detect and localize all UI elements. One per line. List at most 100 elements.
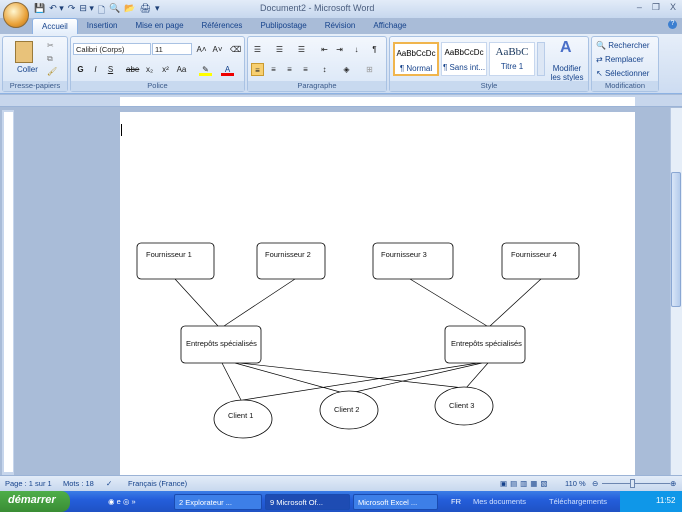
clear-format-icon[interactable]: ⌫	[229, 43, 242, 56]
group-label: Presse-papiers	[3, 81, 67, 91]
replace-button[interactable]: ⇄ Remplacer	[596, 55, 644, 64]
print-icon[interactable]: 🖨	[140, 3, 151, 19]
show-marks-icon[interactable]: ¶	[368, 43, 381, 56]
superscript-button[interactable]: x²	[159, 63, 172, 76]
style-name: ¶ Sans int...	[442, 63, 486, 72]
increase-indent-icon[interactable]: ⇥	[333, 43, 346, 56]
group-editing: 🔍 Rechercher ⇄ Remplacer ↖ Sélectionner …	[591, 36, 659, 92]
copy-icon[interactable]: ⧉	[47, 54, 53, 64]
subscript-button[interactable]: x₂	[143, 63, 156, 76]
font-size-select[interactable]: 11	[152, 43, 192, 55]
help-icon[interactable]: ?	[668, 20, 677, 29]
clock: 11:52	[656, 496, 676, 505]
sort-icon[interactable]: ↓	[350, 43, 363, 56]
tab-publipostage[interactable]: Publipostage	[251, 18, 315, 34]
toolbar-documents[interactable]: Mes documents	[473, 497, 526, 506]
font-name-select[interactable]: Calibri (Corps)	[73, 43, 151, 55]
select-label: Sélectionner	[604, 69, 650, 78]
group-label: Style	[390, 81, 588, 91]
tab-insertion[interactable]: Insertion	[78, 18, 127, 34]
save-icon[interactable]: 💾	[34, 3, 45, 19]
bold-button[interactable]: G	[74, 63, 87, 76]
align-center-icon[interactable]: ≡	[267, 63, 280, 76]
style-preview: AaBbCcDc	[444, 48, 484, 57]
line-spacing-icon[interactable]: ↕	[318, 63, 331, 76]
group-font: Calibri (Corps) 11 A˄ A˅ ⌫ G I S abe x₂ …	[70, 36, 245, 92]
toolbar-downloads[interactable]: Téléchargements	[549, 497, 607, 506]
bullets-icon[interactable]: ☰	[251, 43, 264, 56]
multilevel-list-icon[interactable]: ☰	[295, 43, 308, 56]
format-painter-icon[interactable]: 🖌	[47, 67, 57, 76]
tab-accueil[interactable]: Accueil	[32, 18, 78, 34]
justify-icon[interactable]: ≡	[299, 63, 312, 76]
table-icon[interactable]: ⊟ ▾	[79, 3, 94, 19]
language[interactable]: Français (France)	[128, 479, 187, 488]
window-title: Document2 - Microsoft Word	[260, 3, 375, 13]
borders-icon[interactable]: ⊞	[363, 63, 376, 76]
open-icon[interactable]: 📂	[124, 3, 135, 19]
word-count[interactable]: Mots : 18	[63, 479, 94, 488]
system-tray: 11:52	[620, 491, 682, 512]
style-heading-1[interactable]: AaBbC Titre 1	[489, 42, 535, 76]
zoom-slider[interactable]	[602, 483, 670, 484]
close-button[interactable]: X	[670, 2, 676, 13]
proofing-icon[interactable]: ✓	[106, 479, 112, 488]
ribbon-tabs: Accueil Insertion Mise en page Référence…	[32, 18, 416, 34]
quick-launch-icons[interactable]: ◉ e ◎ »	[108, 497, 136, 506]
zoom-level[interactable]: 110 %	[565, 479, 586, 488]
tab-revision[interactable]: Révision	[316, 18, 365, 34]
align-left-icon[interactable]: ≡	[251, 63, 264, 76]
customize-icon[interactable]: ▾	[155, 3, 160, 19]
start-button[interactable]: démarrer	[0, 491, 70, 512]
style-no-spacing[interactable]: AaBbCcDc ¶ Sans int...	[441, 42, 487, 76]
task-excel[interactable]: Microsoft Excel ...	[353, 494, 438, 510]
paste-button[interactable]: Coller	[17, 65, 38, 74]
view-buttons[interactable]: ▣▤▥▦▧	[500, 479, 550, 488]
restore-button[interactable]: ❐	[652, 2, 660, 13]
zoom-out-icon[interactable]: ⊖	[592, 479, 598, 488]
document-page[interactable]	[120, 112, 635, 475]
highlight-icon[interactable]: ✎	[199, 63, 212, 76]
change-styles-button[interactable]: Modifier les styles	[548, 64, 586, 82]
zoom-slider-thumb[interactable]	[630, 479, 635, 488]
page-count[interactable]: Page : 1 sur 1	[5, 479, 52, 488]
style-normal[interactable]: AaBbCcDc ¶ Normal	[393, 42, 439, 76]
preview-icon[interactable]: 🔍	[109, 3, 120, 19]
underline-button[interactable]: S	[104, 63, 117, 76]
shading-icon[interactable]: ◈	[340, 63, 353, 76]
tab-references[interactable]: Références	[193, 18, 252, 34]
font-color-icon[interactable]: A	[221, 63, 234, 76]
shrink-font-button[interactable]: A˅	[211, 43, 224, 56]
italic-button[interactable]: I	[89, 63, 102, 76]
status-bar: Page : 1 sur 1 Mots : 18 ✓ Français (Fra…	[0, 475, 682, 491]
grow-font-button[interactable]: A˄	[195, 43, 208, 56]
redo-icon[interactable]: ↷	[68, 3, 76, 19]
task-word[interactable]: 9 Microsoft Of...	[265, 494, 350, 510]
new-icon[interactable]: 🗋	[98, 3, 105, 19]
strikethrough-button[interactable]: abe	[126, 63, 139, 76]
find-button[interactable]: 🔍 Rechercher	[596, 41, 650, 50]
undo-icon[interactable]: ↶ ▾	[49, 3, 64, 19]
select-button[interactable]: ↖ Sélectionner	[596, 69, 649, 78]
numbering-icon[interactable]: ☰	[273, 43, 286, 56]
group-clipboard: Coller ✂ ⧉ 🖌 Presse-papiers	[2, 36, 68, 92]
office-button[interactable]	[3, 2, 29, 28]
decrease-indent-icon[interactable]: ⇤	[318, 43, 331, 56]
change-case-button[interactable]: Aa	[175, 63, 188, 76]
language-indicator[interactable]: FR	[451, 497, 461, 506]
scrollbar-thumb[interactable]	[671, 172, 681, 307]
style-preview: AaBbC	[495, 46, 529, 58]
zoom-in-icon[interactable]: ⊕	[670, 479, 676, 488]
task-explorer[interactable]: 2 Explorateur ...	[174, 494, 262, 510]
tab-mise-en-page[interactable]: Mise en page	[126, 18, 192, 34]
tab-affichage[interactable]: Affichage	[364, 18, 415, 34]
change-styles-icon: A	[560, 39, 572, 56]
paste-icon[interactable]	[15, 41, 33, 63]
cut-icon[interactable]: ✂	[47, 41, 54, 50]
group-label: Police	[71, 81, 244, 91]
style-scroll[interactable]	[537, 42, 545, 76]
group-label: Modification	[592, 81, 658, 91]
ruler-text-area	[120, 97, 635, 106]
minimize-button[interactable]: –	[637, 2, 642, 13]
align-right-icon[interactable]: ≡	[283, 63, 296, 76]
